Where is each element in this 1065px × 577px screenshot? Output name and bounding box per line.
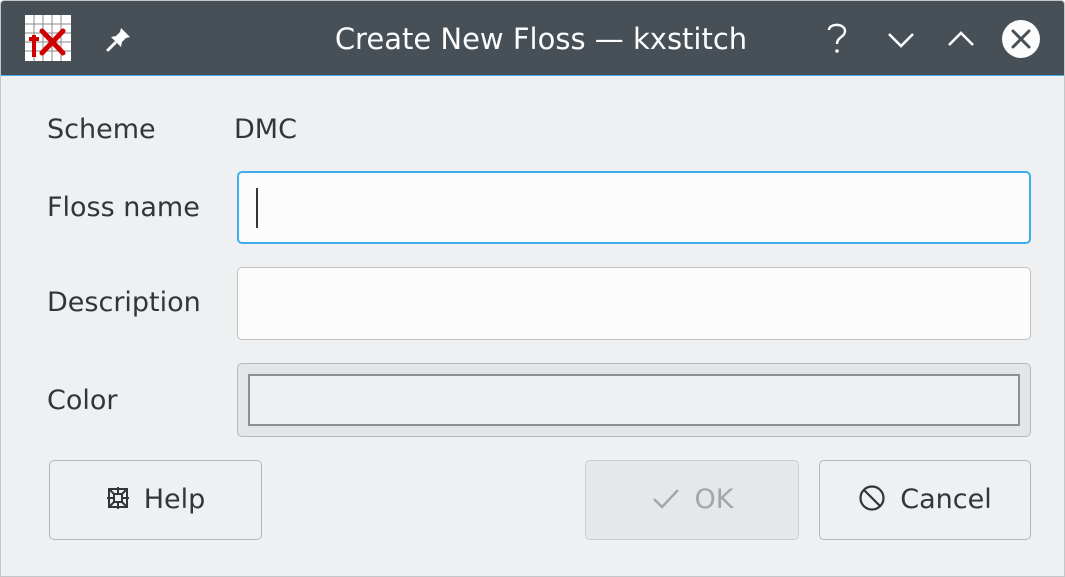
title-bar: Create New Floss — kxstitch <box>1 1 1064 76</box>
description-label: Description <box>47 287 201 318</box>
text-cursor <box>256 188 258 228</box>
close-icon[interactable] <box>1000 18 1042 60</box>
scheme-label: Scheme <box>47 114 156 145</box>
cancel-button[interactable]: Cancel <box>819 460 1031 540</box>
kxstitch-app-icon[interactable] <box>25 15 71 61</box>
color-label: Color <box>47 385 118 416</box>
cancel-circle-icon <box>859 484 885 511</box>
maximize-icon[interactable] <box>940 18 982 60</box>
help-button-label: Help <box>143 484 206 515</box>
help-button[interactable]: Help <box>49 460 262 540</box>
pin-icon[interactable] <box>105 25 133 53</box>
scheme-value: DMC <box>234 114 297 145</box>
checkmark-icon <box>652 488 679 509</box>
ok-button[interactable]: OK <box>585 460 799 540</box>
floss-name-label: Floss name <box>47 192 200 223</box>
lifebuoy-icon <box>106 486 129 509</box>
ok-button-label: OK <box>694 484 734 515</box>
color-picker-button[interactable] <box>237 363 1031 437</box>
window-title: Create New Floss — kxstitch <box>334 22 748 56</box>
cancel-button-label: Cancel <box>900 484 992 515</box>
description-input[interactable] <box>237 267 1031 340</box>
color-swatch <box>248 374 1020 426</box>
help-icon[interactable] <box>816 18 858 60</box>
floss-name-input[interactable] <box>237 171 1031 244</box>
create-new-floss-dialog: Create New Floss — kxstitch Scheme DMC F… <box>0 0 1065 577</box>
minimize-icon[interactable] <box>880 18 922 60</box>
